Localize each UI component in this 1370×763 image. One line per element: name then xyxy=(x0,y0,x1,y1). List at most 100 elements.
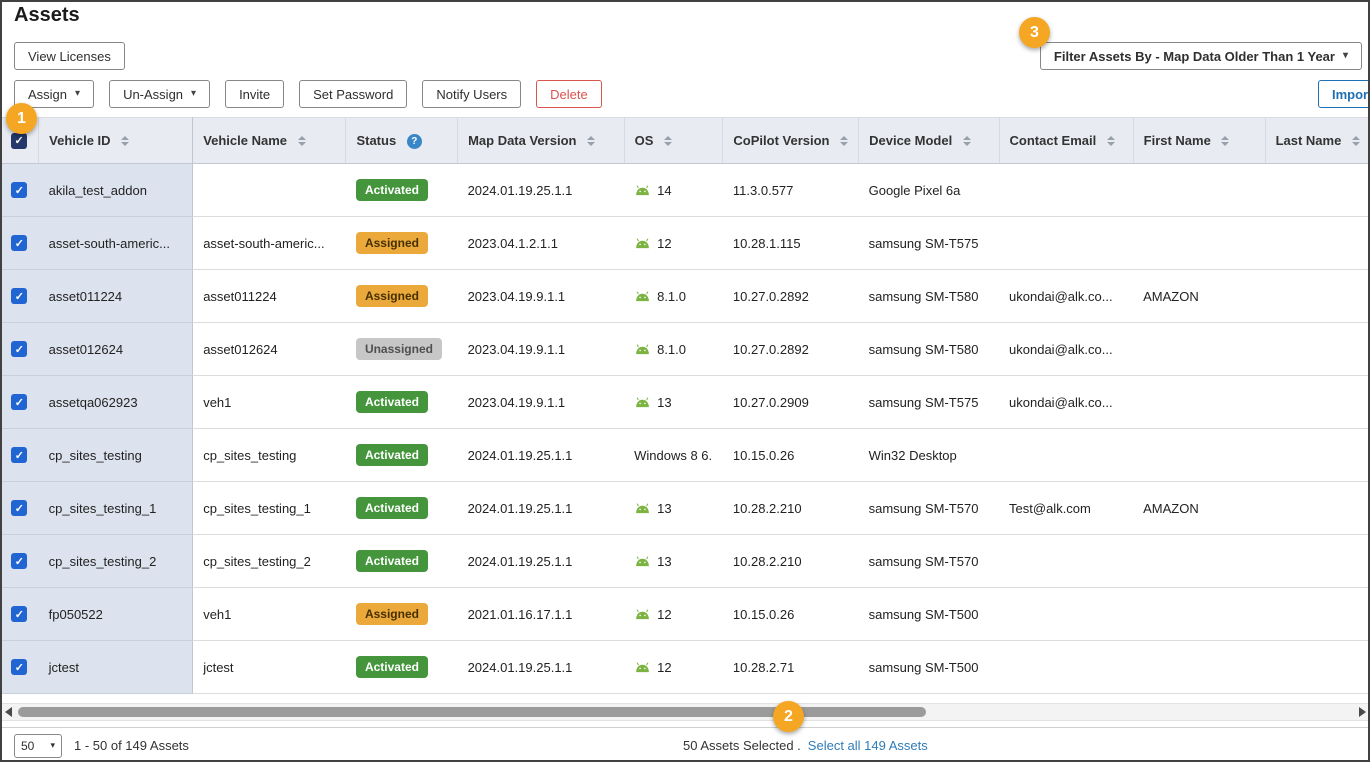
scrollbar-track[interactable] xyxy=(16,704,1354,720)
sort-icon[interactable] xyxy=(664,136,672,146)
horizontal-scrollbar[interactable] xyxy=(0,703,1370,721)
callout-badge-3: 3 xyxy=(1019,17,1050,48)
os-text: 8.1.0 xyxy=(657,289,686,304)
unassign-label: Un-Assign xyxy=(123,87,183,102)
column-label: First Name xyxy=(1144,134,1211,149)
os-value: 8.1.0 xyxy=(634,342,713,357)
sort-icon[interactable] xyxy=(1107,136,1115,146)
row-checkbox[interactable]: ✓ xyxy=(11,182,27,198)
cell-first-name xyxy=(1133,217,1265,270)
cell-last-name xyxy=(1265,429,1370,482)
table-row[interactable]: ✓ cp_sites_testing cp_sites_testing Acti… xyxy=(0,429,1370,482)
row-checkbox[interactable]: ✓ xyxy=(11,288,27,304)
assets-table: ✓ Vehicle ID Vehicle Name Status ? Map D… xyxy=(0,117,1370,694)
cell-device-model: Google Pixel 6a xyxy=(859,164,999,217)
page-size-select[interactable]: 50 ▾ xyxy=(14,734,62,758)
table-row[interactable]: ✓ assetqa062923 veh1 Activated 2023.04.1… xyxy=(0,376,1370,429)
cell-copilot-version: 10.15.0.26 xyxy=(723,588,859,641)
sort-icon[interactable] xyxy=(298,136,306,146)
status-badge: Unassigned xyxy=(356,338,442,360)
column-header-last-name[interactable]: Last Name xyxy=(1265,118,1370,164)
row-checkbox[interactable]: ✓ xyxy=(11,447,27,463)
delete-button[interactable]: Delete xyxy=(536,80,602,108)
row-checkbox[interactable]: ✓ xyxy=(11,341,27,357)
cell-checkbox: ✓ xyxy=(0,482,39,535)
import-button[interactable]: Import xyxy=(1318,80,1370,108)
cell-vehicle-id: cp_sites_testing_1 xyxy=(39,482,193,535)
table-row[interactable]: ✓ fp050522 veh1 Assigned 2021.01.16.17.1… xyxy=(0,588,1370,641)
row-checkbox[interactable]: ✓ xyxy=(11,394,27,410)
android-icon xyxy=(634,397,651,408)
invite-button[interactable]: Invite xyxy=(225,80,284,108)
android-icon xyxy=(634,185,651,196)
android-icon xyxy=(634,238,651,249)
row-checkbox[interactable]: ✓ xyxy=(11,659,27,675)
cell-vehicle-name: jctest xyxy=(193,641,346,694)
row-checkbox[interactable]: ✓ xyxy=(11,500,27,516)
cell-last-name xyxy=(1265,535,1370,588)
column-header-vehicle-name[interactable]: Vehicle Name xyxy=(193,118,346,164)
android-icon xyxy=(634,609,651,620)
sort-icon[interactable] xyxy=(121,136,129,146)
cell-checkbox: ✓ xyxy=(0,323,39,376)
column-header-first-name[interactable]: First Name xyxy=(1133,118,1265,164)
cell-checkbox: ✓ xyxy=(0,641,39,694)
column-header-map-data-version[interactable]: Map Data Version xyxy=(458,118,625,164)
sort-icon[interactable] xyxy=(1352,136,1360,146)
toolbar-row-actions: Assign ▾ Un-Assign ▾ Invite Set Password… xyxy=(14,80,1362,108)
unassign-button[interactable]: Un-Assign ▾ xyxy=(109,80,210,108)
sort-icon[interactable] xyxy=(963,136,971,146)
column-header-os[interactable]: OS xyxy=(624,118,723,164)
table-row[interactable]: ✓ akila_test_addon Activated 2024.01.19.… xyxy=(0,164,1370,217)
column-label: Last Name xyxy=(1276,134,1342,149)
table-row[interactable]: ✓ cp_sites_testing_2 cp_sites_testing_2 … xyxy=(0,535,1370,588)
delete-label: Delete xyxy=(550,87,588,102)
sort-icon[interactable] xyxy=(1221,136,1229,146)
row-checkbox[interactable]: ✓ xyxy=(11,235,27,251)
select-all-checkbox[interactable]: ✓ xyxy=(11,133,27,149)
view-licenses-button[interactable]: View Licenses xyxy=(14,42,125,70)
sort-icon[interactable] xyxy=(587,136,595,146)
table-row[interactable]: ✓ cp_sites_testing_1 cp_sites_testing_1 … xyxy=(0,482,1370,535)
table-row[interactable]: ✓ jctest jctest Activated 2024.01.19.25.… xyxy=(0,641,1370,694)
column-header-device-model[interactable]: Device Model xyxy=(859,118,999,164)
cell-vehicle-name: veh1 xyxy=(193,588,346,641)
notify-users-button[interactable]: Notify Users xyxy=(422,80,521,108)
sort-icon[interactable] xyxy=(840,136,848,146)
table-row[interactable]: ✓ asset012624 asset012624 Unassigned 202… xyxy=(0,323,1370,376)
scroll-right-arrow-icon[interactable] xyxy=(1354,704,1370,720)
cell-device-model: Win32 Desktop xyxy=(859,429,999,482)
help-icon[interactable]: ? xyxy=(407,134,422,149)
status-badge: Assigned xyxy=(356,285,428,307)
scroll-left-arrow-icon[interactable] xyxy=(0,704,16,720)
cell-first-name: AMAZON xyxy=(1133,270,1265,323)
cell-status: Assigned xyxy=(346,588,458,641)
cell-vehicle-name: cp_sites_testing_2 xyxy=(193,535,346,588)
cell-copilot-version: 10.15.0.26 xyxy=(723,429,859,482)
column-header-vehicle-id[interactable]: Vehicle ID xyxy=(39,118,193,164)
cell-contact-email xyxy=(999,164,1133,217)
cell-last-name xyxy=(1265,376,1370,429)
select-all-link[interactable]: Select all 149 Assets xyxy=(808,738,928,753)
table-row[interactable]: ✓ asset011224 asset011224 Assigned 2023.… xyxy=(0,270,1370,323)
android-icon xyxy=(634,503,651,514)
cell-device-model: samsung SM-T500 xyxy=(859,641,999,694)
table-row[interactable]: ✓ asset-south-americ... asset-south-amer… xyxy=(0,217,1370,270)
os-value: 13 xyxy=(634,501,713,516)
cell-os: Windows 8 6. xyxy=(624,429,723,482)
os-text: 12 xyxy=(657,607,671,622)
cell-copilot-version: 10.28.1.115 xyxy=(723,217,859,270)
cell-os: 12 xyxy=(624,217,723,270)
cell-checkbox: ✓ xyxy=(0,588,39,641)
column-header-contact-email[interactable]: Contact Email xyxy=(999,118,1133,164)
column-header-status[interactable]: Status ? xyxy=(346,118,458,164)
set-password-button[interactable]: Set Password xyxy=(299,80,407,108)
row-checkbox[interactable]: ✓ xyxy=(11,606,27,622)
cell-vehicle-name: cp_sites_testing xyxy=(193,429,346,482)
filter-assets-button[interactable]: Filter Assets By - Map Data Older Than 1… xyxy=(1040,42,1362,70)
cell-vehicle-name: asset011224 xyxy=(193,270,346,323)
row-checkbox[interactable]: ✓ xyxy=(11,553,27,569)
cell-contact-email xyxy=(999,535,1133,588)
column-header-copilot-version[interactable]: CoPilot Version xyxy=(723,118,859,164)
cell-status: Activated xyxy=(346,376,458,429)
